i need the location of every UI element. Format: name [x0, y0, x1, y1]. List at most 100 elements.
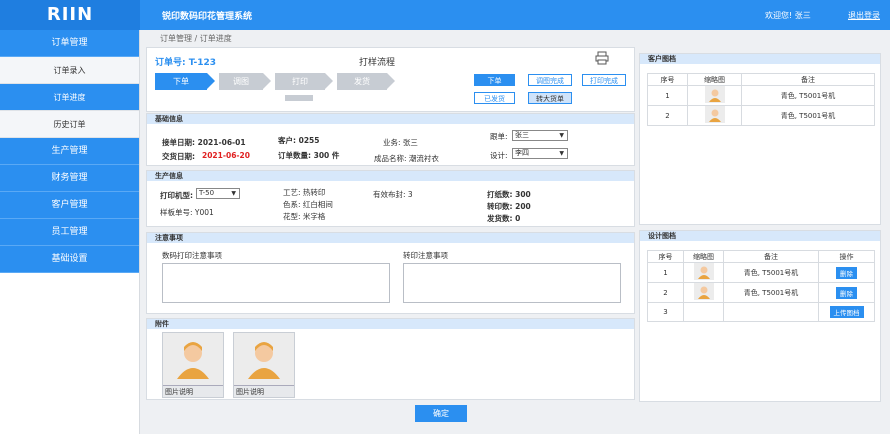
table-row: 2 青色, T5001号机 删除 [647, 282, 875, 303]
logout-link[interactable]: 退出登录 [848, 10, 880, 21]
attachments-panel: 附件 图片说明 图片说明 [146, 318, 635, 400]
section-title: 客户图档 [640, 54, 880, 64]
shipped-count: 发货数: 0 [487, 214, 521, 223]
thumbnail[interactable] [687, 105, 742, 126]
printer-model-label: 打印机型: [160, 191, 193, 200]
attachment-card[interactable]: 图片说明 [162, 332, 224, 398]
row-note [723, 302, 819, 322]
deliver-date-label: 交货日期: [162, 152, 195, 161]
transfer-notes-textarea[interactable] [403, 263, 621, 303]
sidebar-item-settings[interactable]: 基础设置 [0, 246, 139, 273]
notes-panel: 注意事项 数码打印注意事项 转印注意事项 [146, 232, 635, 314]
transfer-notes-label: 转印注意事项 [403, 251, 448, 260]
app-title: 锐印数码印花管理系统 [162, 12, 253, 22]
printer-model-value: T-50 [199, 189, 215, 197]
step-sub-indicator [285, 95, 313, 101]
step-arrow [207, 73, 215, 89]
section-title: 生产信息 [147, 171, 634, 181]
col-header: 备注 [723, 250, 819, 263]
sidebar-item-order-entry[interactable]: 订单录入 [0, 57, 139, 84]
avatar-icon [234, 333, 294, 385]
shipped-button[interactable]: 已发货 [474, 92, 515, 104]
business-person: 业务: 张三 [383, 138, 418, 147]
avatar-icon [693, 263, 714, 280]
thumbnail[interactable] [683, 262, 724, 283]
welcome-text: 欢迎您! 张三 [765, 11, 811, 20]
order-number: 订单号: T-123 [155, 58, 217, 68]
step-order: 下单 [155, 73, 207, 90]
thumbnail[interactable] [683, 282, 724, 303]
basic-info-panel: 基础信息 接单日期: 2021-06-01 交货日期: 2021-06-20 客… [146, 113, 635, 166]
step-print: 打印 [275, 73, 325, 90]
step-adjust: 调图 [219, 73, 263, 90]
place-order-button[interactable]: 下单 [474, 74, 515, 86]
attachment-card[interactable]: 图片说明 [233, 332, 295, 398]
row-note: 青色, T5001号机 [723, 282, 819, 303]
col-header: 缩略图 [687, 73, 742, 86]
upload-file-button[interactable]: 上传图档 [829, 306, 864, 318]
design-label: 设计: [490, 151, 508, 160]
section-title: 基础信息 [147, 114, 634, 124]
top-bar: RIIN 锐印数码印花管理系统 欢迎您! 张三 退出登录 [0, 0, 890, 30]
flow-title: 打样流程 [359, 58, 396, 68]
thumbnail[interactable] [687, 85, 742, 106]
order-quantity: 订单数量: 300 件 [278, 151, 340, 160]
col-header: 序号 [647, 73, 688, 86]
sidebar: 订单管理 订单录入 订单进度 历史订单 生产管理 财务管理 客户管理 员工管理 … [0, 30, 140, 434]
section-title: 附件 [147, 319, 634, 329]
row-number: 2 [647, 282, 684, 303]
craft: 工艺: 热转印 [283, 188, 326, 197]
print-notes-label: 数码打印注意事项 [162, 251, 222, 260]
convert-bulk-order-button[interactable]: 转大货单 [528, 92, 572, 104]
printer-icon[interactable] [595, 51, 609, 65]
effective-width: 有效布封: 3 [373, 190, 413, 199]
sidebar-item-customers[interactable]: 客户管理 [0, 192, 139, 219]
row-action: 上传图档 [818, 302, 875, 322]
step-arrow [387, 73, 395, 89]
transfer-count: 转印数: 200 [487, 202, 531, 211]
follow-select[interactable]: 张三 ▼ [512, 130, 568, 141]
row-action: 删除 [818, 262, 875, 283]
printer-model-select[interactable]: T-50 ▼ [196, 188, 240, 199]
table-row: 1 青色, T5001号机 删除 [647, 262, 875, 283]
customer-files-panel: 客户图档 序号 缩略图 备注 1 青色, T5001号机 2 青色, T5001… [639, 53, 881, 225]
sidebar-item-finance[interactable]: 财务管理 [0, 165, 139, 192]
delete-button[interactable]: 删除 [836, 266, 857, 279]
avatar-icon [704, 106, 725, 123]
step-ship: 发货 [337, 73, 387, 90]
section-title: 注意事项 [147, 233, 634, 243]
confirm-button[interactable]: 确定 [415, 405, 467, 422]
app-logo: RIIN [0, 0, 140, 30]
table-header-row: 序号 缩略图 备注 [647, 73, 875, 86]
deliver-date-value: 2021-06-20 [202, 151, 250, 160]
sidebar-item-order-progress[interactable]: 订单进度 [0, 84, 139, 111]
sidebar-item-staff[interactable]: 员工管理 [0, 219, 139, 246]
sample-number: 样板单号: Y001 [160, 208, 214, 217]
paper-count: 打纸数: 300 [487, 190, 531, 199]
sidebar-item-order-history[interactable]: 历史订单 [0, 111, 139, 138]
row-number: 1 [647, 85, 688, 106]
avatar-icon [163, 333, 223, 385]
section-title: 设计图档 [640, 231, 880, 241]
design-select[interactable]: 李四 ▼ [512, 148, 568, 159]
sidebar-item-production[interactable]: 生产管理 [0, 138, 139, 165]
col-header: 缩略图 [683, 250, 724, 263]
avatar-icon [693, 283, 714, 300]
customer: 客户: 0255 [278, 136, 320, 145]
chevron-down-icon: ▼ [231, 190, 236, 197]
print-done-button[interactable]: 打印完成 [582, 74, 626, 86]
avatar-icon [704, 86, 725, 103]
chevron-down-icon: ▼ [559, 150, 564, 157]
delete-button[interactable]: 删除 [836, 286, 857, 299]
row-note: 青色, T5001号机 [741, 85, 875, 106]
attachment-caption: 图片说明 [234, 385, 294, 397]
col-header: 序号 [647, 250, 684, 263]
print-notes-textarea[interactable] [162, 263, 390, 303]
pattern: 花型: 米字格 [283, 212, 326, 221]
follow-value: 张三 [515, 131, 529, 139]
product-name: 成品名称: 潮流衬衣 [374, 154, 439, 163]
row-number: 2 [647, 105, 688, 126]
table-header-row: 序号 缩略图 备注 操作 [647, 250, 875, 263]
sidebar-item-order-management[interactable]: 订单管理 [0, 30, 139, 57]
adjust-done-button[interactable]: 调图完成 [528, 74, 572, 86]
